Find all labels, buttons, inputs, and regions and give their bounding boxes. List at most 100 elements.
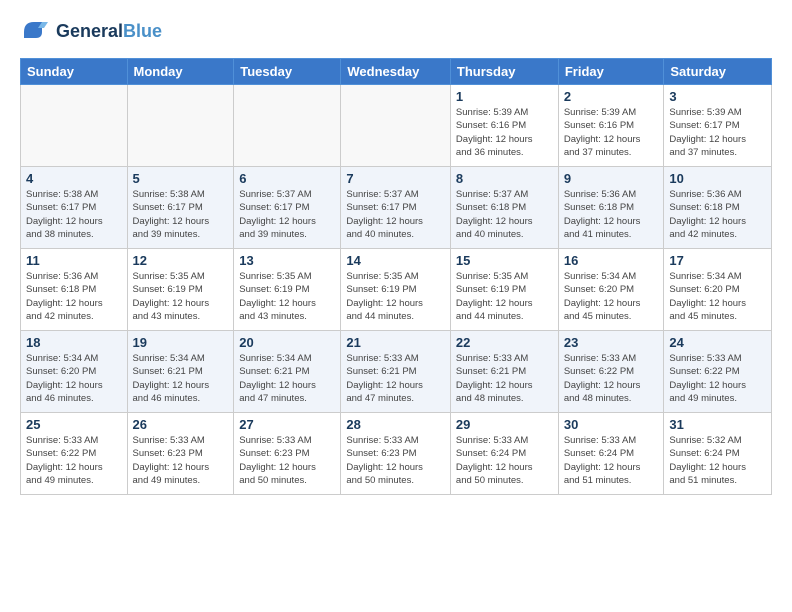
day-info: Sunrise: 5:37 AM Sunset: 6:18 PM Dayligh… bbox=[456, 188, 553, 241]
day-number: 24 bbox=[669, 335, 766, 350]
day-info: Sunrise: 5:38 AM Sunset: 6:17 PM Dayligh… bbox=[26, 188, 122, 241]
day-number: 16 bbox=[564, 253, 659, 268]
calendar-day-header: Friday bbox=[558, 59, 664, 85]
calendar-day-cell: 24 Sunrise: 5:33 AM Sunset: 6:22 PM Dayli… bbox=[664, 331, 772, 413]
day-number: 19 bbox=[133, 335, 229, 350]
day-number: 13 bbox=[239, 253, 335, 268]
calendar-day-cell: 30 Sunrise: 5:33 AM Sunset: 6:24 PM Dayli… bbox=[558, 413, 664, 495]
day-info: Sunrise: 5:38 AM Sunset: 6:17 PM Dayligh… bbox=[133, 188, 229, 241]
calendar-day-cell: 13 Sunrise: 5:35 AM Sunset: 6:19 PM Dayli… bbox=[234, 249, 341, 331]
day-info: Sunrise: 5:39 AM Sunset: 6:16 PM Dayligh… bbox=[456, 106, 553, 159]
calendar-day-cell: 15 Sunrise: 5:35 AM Sunset: 6:19 PM Dayli… bbox=[450, 249, 558, 331]
calendar-day-header: Wednesday bbox=[341, 59, 451, 85]
page: GeneralBlue SundayMondayTuesdayWednesday… bbox=[0, 0, 792, 612]
calendar-day-cell: 4 Sunrise: 5:38 AM Sunset: 6:17 PM Daylig… bbox=[21, 167, 128, 249]
calendar-day-cell bbox=[21, 85, 128, 167]
calendar-day-cell: 19 Sunrise: 5:34 AM Sunset: 6:21 PM Dayli… bbox=[127, 331, 234, 413]
day-info: Sunrise: 5:39 AM Sunset: 6:17 PM Dayligh… bbox=[669, 106, 766, 159]
calendar-day-cell: 14 Sunrise: 5:35 AM Sunset: 6:19 PM Dayli… bbox=[341, 249, 451, 331]
calendar-day-header: Saturday bbox=[664, 59, 772, 85]
calendar-day-cell: 11Sunrise: 5:36 AM Sunset: 6:18 PM Dayli… bbox=[21, 249, 128, 331]
day-info: Sunrise: 5:33 AM Sunset: 6:24 PM Dayligh… bbox=[564, 434, 659, 487]
day-info: Sunrise: 5:33 AM Sunset: 6:21 PM Dayligh… bbox=[346, 352, 445, 405]
calendar-week-row: 1 Sunrise: 5:39 AM Sunset: 6:16 PM Daylig… bbox=[21, 85, 772, 167]
day-info: Sunrise: 5:33 AM Sunset: 6:22 PM Dayligh… bbox=[669, 352, 766, 405]
day-number: 10 bbox=[669, 171, 766, 186]
calendar-week-row: 11Sunrise: 5:36 AM Sunset: 6:18 PM Dayli… bbox=[21, 249, 772, 331]
day-info: Sunrise: 5:34 AM Sunset: 6:20 PM Dayligh… bbox=[564, 270, 659, 323]
calendar-day-cell: 12Sunrise: 5:35 AM Sunset: 6:19 PM Dayli… bbox=[127, 249, 234, 331]
calendar-week-row: 18Sunrise: 5:34 AM Sunset: 6:20 PM Dayli… bbox=[21, 331, 772, 413]
day-info: Sunrise: 5:33 AM Sunset: 6:23 PM Dayligh… bbox=[239, 434, 335, 487]
calendar-day-header: Monday bbox=[127, 59, 234, 85]
day-info: Sunrise: 5:35 AM Sunset: 6:19 PM Dayligh… bbox=[133, 270, 229, 323]
calendar-day-cell: 22 Sunrise: 5:33 AM Sunset: 6:21 PM Dayli… bbox=[450, 331, 558, 413]
day-number: 29 bbox=[456, 417, 553, 432]
day-info: Sunrise: 5:35 AM Sunset: 6:19 PM Dayligh… bbox=[239, 270, 335, 323]
day-number: 23 bbox=[564, 335, 659, 350]
calendar-day-cell: 20 Sunrise: 5:34 AM Sunset: 6:21 PM Dayli… bbox=[234, 331, 341, 413]
calendar-week-row: 25 Sunrise: 5:33 AM Sunset: 6:22 PM Dayli… bbox=[21, 413, 772, 495]
calendar-day-cell: 27 Sunrise: 5:33 AM Sunset: 6:23 PM Dayli… bbox=[234, 413, 341, 495]
day-info: Sunrise: 5:36 AM Sunset: 6:18 PM Dayligh… bbox=[669, 188, 766, 241]
calendar-day-header: Sunday bbox=[21, 59, 128, 85]
calendar-table: SundayMondayTuesdayWednesdayThursdayFrid… bbox=[20, 58, 772, 495]
day-number: 31 bbox=[669, 417, 766, 432]
day-number: 15 bbox=[456, 253, 553, 268]
day-number: 14 bbox=[346, 253, 445, 268]
day-info: Sunrise: 5:34 AM Sunset: 6:20 PM Dayligh… bbox=[26, 352, 122, 405]
calendar-day-cell: 6 Sunrise: 5:37 AM Sunset: 6:17 PM Daylig… bbox=[234, 167, 341, 249]
day-number: 20 bbox=[239, 335, 335, 350]
day-info: Sunrise: 5:33 AM Sunset: 6:23 PM Dayligh… bbox=[346, 434, 445, 487]
calendar-day-cell: 16 Sunrise: 5:34 AM Sunset: 6:20 PM Dayli… bbox=[558, 249, 664, 331]
day-info: Sunrise: 5:34 AM Sunset: 6:21 PM Dayligh… bbox=[133, 352, 229, 405]
day-info: Sunrise: 5:33 AM Sunset: 6:22 PM Dayligh… bbox=[26, 434, 122, 487]
day-number: 9 bbox=[564, 171, 659, 186]
calendar-day-cell bbox=[341, 85, 451, 167]
day-info: Sunrise: 5:33 AM Sunset: 6:23 PM Dayligh… bbox=[133, 434, 229, 487]
day-info: Sunrise: 5:34 AM Sunset: 6:20 PM Dayligh… bbox=[669, 270, 766, 323]
calendar-day-cell: 26 Sunrise: 5:33 AM Sunset: 6:23 PM Dayli… bbox=[127, 413, 234, 495]
calendar-day-cell: 17Sunrise: 5:34 AM Sunset: 6:20 PM Dayli… bbox=[664, 249, 772, 331]
day-info: Sunrise: 5:35 AM Sunset: 6:19 PM Dayligh… bbox=[456, 270, 553, 323]
day-number: 21 bbox=[346, 335, 445, 350]
calendar-day-cell bbox=[234, 85, 341, 167]
day-info: Sunrise: 5:37 AM Sunset: 6:17 PM Dayligh… bbox=[346, 188, 445, 241]
calendar-day-cell: 29 Sunrise: 5:33 AM Sunset: 6:24 PM Dayli… bbox=[450, 413, 558, 495]
calendar-day-cell: 21 Sunrise: 5:33 AM Sunset: 6:21 PM Dayli… bbox=[341, 331, 451, 413]
day-number: 5 bbox=[133, 171, 229, 186]
day-number: 30 bbox=[564, 417, 659, 432]
day-info: Sunrise: 5:32 AM Sunset: 6:24 PM Dayligh… bbox=[669, 434, 766, 487]
day-info: Sunrise: 5:35 AM Sunset: 6:19 PM Dayligh… bbox=[346, 270, 445, 323]
calendar-day-cell: 3 Sunrise: 5:39 AM Sunset: 6:17 PM Daylig… bbox=[664, 85, 772, 167]
calendar-day-cell: 9Sunrise: 5:36 AM Sunset: 6:18 PM Daylig… bbox=[558, 167, 664, 249]
logo-icon bbox=[20, 16, 52, 48]
day-info: Sunrise: 5:34 AM Sunset: 6:21 PM Dayligh… bbox=[239, 352, 335, 405]
calendar-header-row: SundayMondayTuesdayWednesdayThursdayFrid… bbox=[21, 59, 772, 85]
calendar-day-cell: 2Sunrise: 5:39 AM Sunset: 6:16 PM Daylig… bbox=[558, 85, 664, 167]
day-number: 6 bbox=[239, 171, 335, 186]
calendar-day-header: Tuesday bbox=[234, 59, 341, 85]
calendar-day-cell: 8 Sunrise: 5:37 AM Sunset: 6:18 PM Daylig… bbox=[450, 167, 558, 249]
logo-text: GeneralBlue bbox=[56, 22, 162, 42]
calendar-day-cell: 10 Sunrise: 5:36 AM Sunset: 6:18 PM Dayli… bbox=[664, 167, 772, 249]
day-number: 25 bbox=[26, 417, 122, 432]
day-number: 3 bbox=[669, 89, 766, 104]
day-info: Sunrise: 5:33 AM Sunset: 6:21 PM Dayligh… bbox=[456, 352, 553, 405]
day-number: 27 bbox=[239, 417, 335, 432]
day-number: 1 bbox=[456, 89, 553, 104]
day-info: Sunrise: 5:39 AM Sunset: 6:16 PM Dayligh… bbox=[564, 106, 659, 159]
day-number: 22 bbox=[456, 335, 553, 350]
calendar-day-cell: 5 Sunrise: 5:38 AM Sunset: 6:17 PM Daylig… bbox=[127, 167, 234, 249]
calendar-day-cell: 18Sunrise: 5:34 AM Sunset: 6:20 PM Dayli… bbox=[21, 331, 128, 413]
day-info: Sunrise: 5:37 AM Sunset: 6:17 PM Dayligh… bbox=[239, 188, 335, 241]
calendar-day-cell: 1 Sunrise: 5:39 AM Sunset: 6:16 PM Daylig… bbox=[450, 85, 558, 167]
day-info: Sunrise: 5:36 AM Sunset: 6:18 PM Dayligh… bbox=[26, 270, 122, 323]
day-number: 8 bbox=[456, 171, 553, 186]
day-info: Sunrise: 5:33 AM Sunset: 6:24 PM Dayligh… bbox=[456, 434, 553, 487]
header: GeneralBlue bbox=[20, 16, 772, 48]
day-number: 7 bbox=[346, 171, 445, 186]
day-number: 4 bbox=[26, 171, 122, 186]
logo: GeneralBlue bbox=[20, 16, 162, 48]
day-number: 26 bbox=[133, 417, 229, 432]
